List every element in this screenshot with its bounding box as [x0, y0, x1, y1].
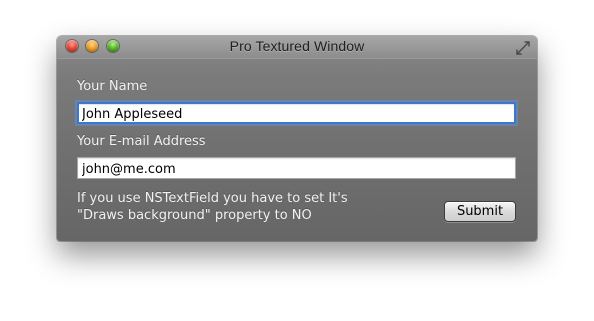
close-button[interactable] — [66, 40, 78, 52]
window-title: Pro Textured Window — [229, 38, 365, 54]
help-note: If you use NSTextField you have to set I… — [77, 190, 367, 224]
fullscreen-icon[interactable] — [516, 40, 530, 55]
name-label: Your Name — [77, 79, 148, 94]
stage: Pro Textured Window Your Name Your E-mai… — [0, 0, 594, 321]
email-label: Your E-mail Address — [77, 134, 206, 149]
help-note-line-2: "Draws background" property to NO — [77, 208, 312, 223]
zoom-button[interactable] — [107, 40, 119, 52]
email-field[interactable] — [77, 157, 516, 179]
name-field[interactable] — [77, 102, 516, 124]
minimize-button[interactable] — [86, 40, 98, 52]
help-note-line-1: If you use NSTextField you have to set I… — [77, 191, 348, 206]
title-bar[interactable]: Pro Textured Window — [57, 36, 537, 59]
submit-button[interactable]: Submit — [444, 201, 516, 222]
pro-textured-window: Pro Textured Window Your Name Your E-mai… — [57, 36, 537, 241]
